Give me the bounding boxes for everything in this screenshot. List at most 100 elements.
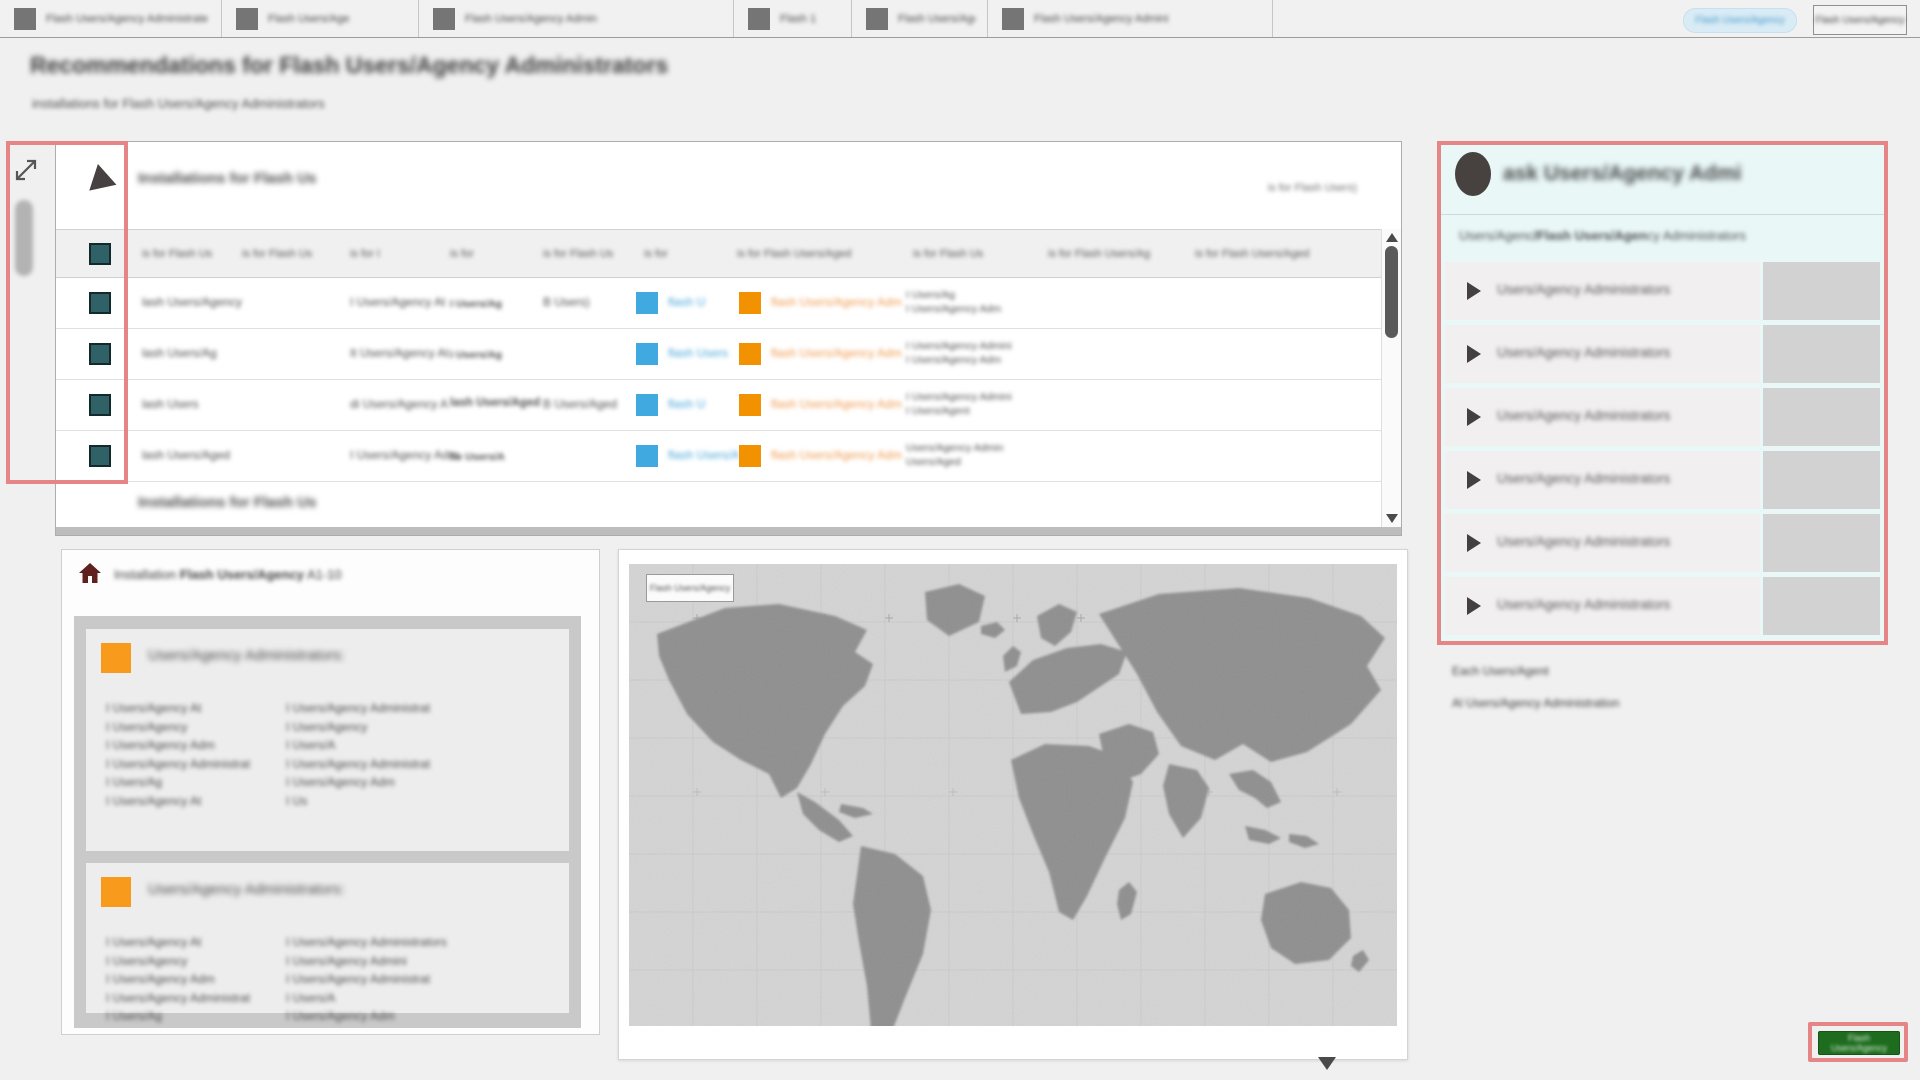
confirm-button-label: Flash Users/Agency	[1831, 1033, 1887, 1053]
agency-outline-button[interactable]: Flash Users/Agency	[1813, 5, 1907, 35]
tab-label: Flash Users/Agency Admin	[465, 13, 597, 25]
expandable-row[interactable]: Users/Agency Administrators	[1445, 388, 1880, 446]
blue-tag-label[interactable]: flash U	[668, 295, 705, 309]
row-checkbox[interactable]	[89, 343, 111, 365]
row-checkbox[interactable]	[89, 394, 111, 416]
cell-name: lash Users/Ag	[142, 346, 217, 360]
panel-subtitle: Users/Agenc/Flash Users/Agency Administr…	[1459, 228, 1746, 243]
app-square-icon	[866, 8, 888, 30]
cell-value: di Users/Agency A	[350, 397, 448, 411]
expandable-row[interactable]: Users/Agency Administrators	[1445, 514, 1880, 572]
scroll-down-icon[interactable]	[1386, 514, 1398, 523]
tab-4[interactable]: Flash 1	[734, 0, 852, 37]
orange-tag-label[interactable]: flash Users/Agency Adm	[771, 397, 902, 411]
tab-6[interactable]: Flash Users/Agency Admini	[988, 0, 1273, 37]
scroll-handle[interactable]	[15, 200, 33, 276]
agency-pill-button[interactable]: Flash Users/Agency	[1683, 8, 1797, 33]
screen: Flash Users/Agency Administrate Flash Us…	[0, 0, 1920, 1080]
tab-label: Flash Users/Age	[268, 13, 349, 25]
cell-value: lash Users/Aged	[450, 397, 540, 409]
orange-tag-icon	[739, 394, 761, 416]
expandable-row[interactable]: Users/Agency Administrators	[1445, 325, 1880, 383]
cell-name: lash Users/Agency	[142, 295, 242, 309]
pill-button-label: Flash Users/Agency	[1695, 15, 1784, 26]
app-square-icon	[1002, 8, 1024, 30]
row-label: Users/Agency Administrators	[1497, 471, 1670, 486]
column-header: is for Flash Us	[142, 248, 212, 260]
cell-name: lash Users/Aged	[142, 448, 230, 462]
table-row[interactable]: lash Users/Ag It Users/Agency At I Users…	[56, 329, 1381, 380]
row-label: Users/Agency Administrators	[1497, 534, 1670, 549]
section-title: Installations for Flash Us	[138, 494, 316, 511]
tab-5[interactable]: Flash Users/Agency	[852, 0, 988, 37]
map-region-label: Flash Users/Agency	[646, 574, 734, 602]
expandable-row[interactable]: Users/Agency Administrators	[1445, 577, 1880, 635]
tab-2[interactable]: Flash Users/Age	[222, 0, 419, 37]
blue-tag-icon	[636, 292, 658, 314]
table-header-row: is for Flash Us is for Flash Us is for I…	[56, 229, 1381, 278]
orange-tag-label[interactable]: flash Users/Agency Adm	[771, 295, 902, 309]
orange-tag-label[interactable]: flash Users/Agency Adm	[771, 346, 902, 360]
tab-1[interactable]: Flash Users/Agency Administrate	[0, 0, 222, 37]
select-all-checkbox[interactable]	[89, 243, 111, 265]
table-row[interactable]: lash Users di Users/Agency A lash Users/…	[56, 380, 1381, 431]
column-header: is for Flash Us	[913, 248, 983, 260]
orange-tag-label[interactable]: flash Users/Agency Adm	[771, 448, 902, 462]
world-map[interactable]	[629, 564, 1397, 1026]
expand-arrow-icon	[1467, 408, 1481, 426]
table-section-footer: Installations for Flash Us	[56, 482, 1381, 529]
expandable-row[interactable]: Users/Agency Administrators	[1445, 451, 1880, 509]
section-note: is for Flash Users)	[1268, 182, 1357, 194]
row-checkbox[interactable]	[89, 445, 111, 467]
page-title: Recommendations for Flash Users/Agency A…	[30, 52, 668, 79]
expand-arrow-icon	[1467, 534, 1481, 552]
tab-label: Flash Users/Agency	[898, 13, 975, 25]
expand-arrow-icon	[1467, 471, 1481, 489]
section-title: Installations for Flash Us	[138, 170, 316, 187]
page-subtitle: installations for Flash Users/Agency Adm…	[32, 96, 325, 111]
table-row[interactable]: lash Users/Aged I Users/Agency Adm he Us…	[56, 431, 1381, 482]
tab-label: Flash Users/Agency Admini	[1034, 13, 1169, 25]
table-row[interactable]: lash Users/Agency I Users/Agency At I Us…	[56, 278, 1381, 329]
card-body: Users/Agency Administrators: I Users/Age…	[74, 616, 581, 1028]
row-side-cell	[1763, 577, 1880, 635]
orange-tag-icon	[739, 343, 761, 365]
row-label: Users/Agency Administrators	[1497, 597, 1670, 612]
vertical-scrollbar[interactable]	[1381, 229, 1401, 527]
expander-triangle-icon[interactable]	[89, 164, 120, 198]
orange-tag-icon	[739, 445, 761, 467]
scroll-up-icon[interactable]	[1386, 233, 1398, 242]
tab-3[interactable]: Flash Users/Agency Admin	[419, 0, 734, 37]
table-section-header: Installations for Flash Us is for Flash …	[56, 142, 1401, 229]
confirm-button[interactable]: Flash Users/Agency	[1818, 1031, 1900, 1055]
column-header: is for	[450, 248, 474, 260]
cell-stack: Users/Agency AdminUsers/Aged	[906, 441, 1003, 469]
card-title: Installation Flash Users/Agency A1-10	[114, 567, 342, 582]
panel-title: ask Users/Agency Admi	[1503, 162, 1742, 186]
expandable-row-list: Users/Agency Administrators Users/Agency…	[1445, 262, 1880, 640]
blue-tag-icon	[636, 445, 658, 467]
row-main-cell: Users/Agency Administrators	[1445, 514, 1760, 572]
horizontal-scrollbar[interactable]	[56, 527, 1401, 535]
expandable-row[interactable]: Users/Agency Administrators	[1445, 262, 1880, 320]
blue-tag-label[interactable]: flash Users	[668, 346, 728, 360]
blue-tag-icon	[636, 343, 658, 365]
blue-tag-label[interactable]: flash U	[668, 397, 705, 411]
column-header: is for Flash Us	[242, 248, 312, 260]
recommendations-table-panel: Installations for Flash Us is for Flash …	[55, 141, 1402, 536]
app-square-icon	[236, 8, 258, 30]
row-main-cell: Users/Agency Administrators	[1445, 388, 1760, 446]
admin-group-section: Users/Agency Administrators: I Users/Age…	[86, 629, 569, 851]
cell-value: I Users/Ag	[450, 349, 502, 361]
column-header: is for Flash Users/Aged	[1195, 248, 1309, 260]
expand-arrow-icon	[1467, 282, 1481, 300]
home-icon[interactable]	[78, 561, 102, 585]
orange-tag-icon	[739, 292, 761, 314]
row-side-cell	[1763, 325, 1880, 383]
scrollbar-thumb[interactable]	[1385, 246, 1398, 338]
row-checkbox[interactable]	[89, 292, 111, 314]
expand-icon[interactable]	[12, 156, 40, 184]
blue-tag-label[interactable]: flash Users/A	[668, 448, 739, 462]
page-down-caret-icon[interactable]	[1318, 1057, 1336, 1070]
admin-group-section: Users/Agency Administrators: I Users/Age…	[86, 863, 569, 1013]
